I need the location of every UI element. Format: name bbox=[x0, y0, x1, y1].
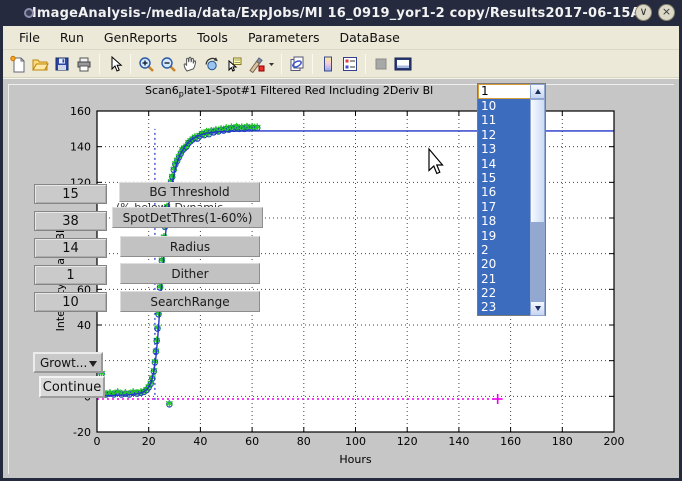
spot-number-dropdown: 1 10111213141516171819220212223 bbox=[477, 83, 546, 316]
new-file-icon[interactable] bbox=[7, 53, 29, 75]
param-input-searchrange[interactable] bbox=[34, 292, 107, 312]
spot-list-item-21[interactable]: 21 bbox=[478, 272, 532, 286]
menu-file[interactable]: File bbox=[9, 28, 50, 47]
figure-frame bbox=[8, 84, 674, 474]
spot-list-item-16[interactable]: 16 bbox=[478, 185, 532, 199]
link-plots-icon[interactable] bbox=[286, 53, 308, 75]
zoom-in-icon[interactable] bbox=[135, 53, 157, 75]
param-label-searchrange[interactable]: SearchRange bbox=[120, 291, 260, 312]
toolbar-separator bbox=[281, 54, 282, 74]
spot-list-item-18[interactable]: 18 bbox=[478, 214, 532, 228]
spot-list-item-20[interactable]: 20 bbox=[478, 257, 532, 271]
spot-list-item-10[interactable]: 10 bbox=[478, 99, 532, 113]
print-icon[interactable] bbox=[73, 53, 95, 75]
param-label-radius[interactable]: Radius bbox=[120, 236, 260, 257]
menu-genreports[interactable]: GenReports bbox=[94, 28, 187, 47]
growth-popup-menu[interactable]: Growt... bbox=[33, 352, 103, 373]
spot-list-item-11[interactable]: 11 bbox=[478, 113, 532, 127]
scroll-up-button[interactable] bbox=[530, 84, 545, 99]
hide-plot-tools-icon[interactable] bbox=[370, 53, 392, 75]
data-cursor-icon[interactable] bbox=[223, 53, 245, 75]
scrollbar-thumb[interactable] bbox=[530, 99, 545, 223]
growth-popup-label: Growt... bbox=[40, 356, 87, 370]
menu-database[interactable]: DataBase bbox=[329, 28, 409, 47]
legend-icon[interactable] bbox=[339, 53, 361, 75]
spot-list-item-19[interactable]: 19 bbox=[478, 229, 532, 243]
spot-list-item-12[interactable]: 12 bbox=[478, 128, 532, 142]
window-title: ImageAnalysis-/media/data/ExpJobs/MI 16_… bbox=[32, 6, 650, 21]
spot-list-item-15[interactable]: 15 bbox=[478, 171, 532, 185]
menu-parameters[interactable]: Parameters bbox=[238, 28, 330, 47]
toolbar-separator bbox=[99, 54, 100, 74]
toolbar-separator bbox=[130, 54, 131, 74]
param-input-spotdetthres-1-60-[interactable] bbox=[34, 211, 107, 231]
zoom-out-icon[interactable] bbox=[157, 53, 179, 75]
window-left-border bbox=[0, 0, 3, 481]
param-label-bg-threshold[interactable]: BG Threshold bbox=[119, 182, 260, 202]
param-label-dither[interactable]: Dither bbox=[120, 263, 260, 284]
chevron-down-icon bbox=[89, 361, 97, 367]
toolbar bbox=[3, 50, 679, 78]
spot-list-item-13[interactable]: 13 bbox=[478, 142, 532, 156]
continue-button[interactable]: Continue bbox=[39, 376, 105, 398]
spot-list-item-17[interactable]: 17 bbox=[478, 200, 532, 214]
window-menu-icon[interactable] bbox=[24, 8, 34, 18]
title-bar: ImageAnalysis-/media/data/ExpJobs/MI 16_… bbox=[0, 0, 682, 26]
spot-list-item-23[interactable]: 23 bbox=[478, 300, 532, 314]
shade-button[interactable]: ∨ bbox=[635, 4, 652, 21]
open-file-icon[interactable] bbox=[29, 53, 51, 75]
scrollbar-track[interactable] bbox=[530, 223, 545, 301]
dock-figure-icon[interactable] bbox=[392, 53, 414, 75]
spot-list-item-2[interactable]: 2 bbox=[478, 243, 532, 257]
app-window: ImageAnalysis-/media/data/ExpJobs/MI 16_… bbox=[0, 0, 682, 481]
menu-bar: FileRunGenReportsToolsParametersDataBase bbox=[3, 26, 679, 50]
pan-icon[interactable] bbox=[179, 53, 201, 75]
toolbar-separator bbox=[312, 54, 313, 74]
param-input-radius[interactable] bbox=[34, 238, 107, 258]
toolbar-separator bbox=[365, 54, 366, 74]
brush-caret-icon[interactable] bbox=[267, 53, 277, 75]
spot-list-item-14[interactable]: 14 bbox=[478, 157, 532, 171]
rotate-3d-icon[interactable] bbox=[201, 53, 223, 75]
param-label-spotdetthres-1-60-[interactable]: SpotDetThres(1-60%) bbox=[112, 207, 263, 228]
spot-selected-item[interactable]: 1 bbox=[478, 84, 532, 99]
pointer-icon[interactable] bbox=[104, 53, 126, 75]
save-icon[interactable] bbox=[51, 53, 73, 75]
scroll-down-button[interactable] bbox=[530, 301, 545, 316]
param-input-dither[interactable] bbox=[34, 265, 107, 285]
colorbar-icon[interactable] bbox=[317, 53, 339, 75]
spot-list-item-22[interactable]: 22 bbox=[478, 286, 532, 300]
brush-icon[interactable] bbox=[245, 53, 267, 75]
menu-tools[interactable]: Tools bbox=[187, 28, 238, 47]
menu-run[interactable]: Run bbox=[50, 28, 94, 47]
close-button[interactable]: × bbox=[658, 4, 675, 21]
param-input-bg-threshold[interactable] bbox=[34, 184, 107, 204]
